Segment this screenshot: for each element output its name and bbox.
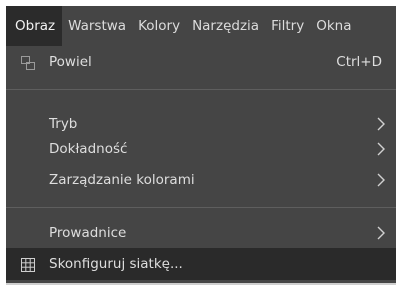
menu-separator <box>6 89 396 90</box>
menu-filtry[interactable]: Filtry <box>265 6 310 46</box>
menu-item-configure-grid[interactable]: Skonfiguruj siatkę... <box>6 248 396 280</box>
menu-item-precision[interactable]: Dokładność <box>6 133 396 165</box>
submenu-arrow-icon <box>377 142 385 156</box>
guides-label: Prowadnice <box>49 225 127 241</box>
color-management-label: Zarządzanie kolorami <box>49 172 195 188</box>
grid-icon <box>21 258 35 272</box>
menu-item-guides[interactable]: Prowadnice <box>6 217 396 249</box>
duplicate-icon <box>21 56 35 70</box>
precision-label: Dokładność <box>49 141 128 157</box>
submenu-arrow-icon <box>377 173 385 187</box>
menu-item-color-management[interactable]: Zarządzanie kolorami <box>6 164 396 196</box>
duplicate-shortcut: Ctrl+D <box>336 54 382 70</box>
menu-item-duplicate[interactable]: Powiel Ctrl+D <box>6 46 396 78</box>
menu-okna[interactable]: Okna <box>310 6 357 46</box>
menu-narzedzia[interactable]: Narzędzia <box>186 6 265 46</box>
duplicate-label: Powiel <box>49 54 92 70</box>
menu-obraz[interactable]: Obraz <box>6 6 63 46</box>
obraz-dropdown-menu: Powiel Ctrl+D Tryb Dokładność Zarządzani… <box>6 46 396 283</box>
menubar: Obraz Warstwa Kolory Narzędzia Filtry Ok… <box>6 6 396 46</box>
menu-kolory[interactable]: Kolory <box>132 6 186 46</box>
menu-warstwa[interactable]: Warstwa <box>62 6 132 46</box>
menu-separator <box>6 207 396 208</box>
mode-label: Tryb <box>49 116 78 132</box>
configure-grid-label: Skonfiguruj siatkę... <box>49 256 183 272</box>
submenu-arrow-icon <box>377 226 385 240</box>
submenu-arrow-icon <box>377 117 385 131</box>
app-window: Obraz Warstwa Kolory Narzędzia Filtry Ok… <box>0 0 396 285</box>
